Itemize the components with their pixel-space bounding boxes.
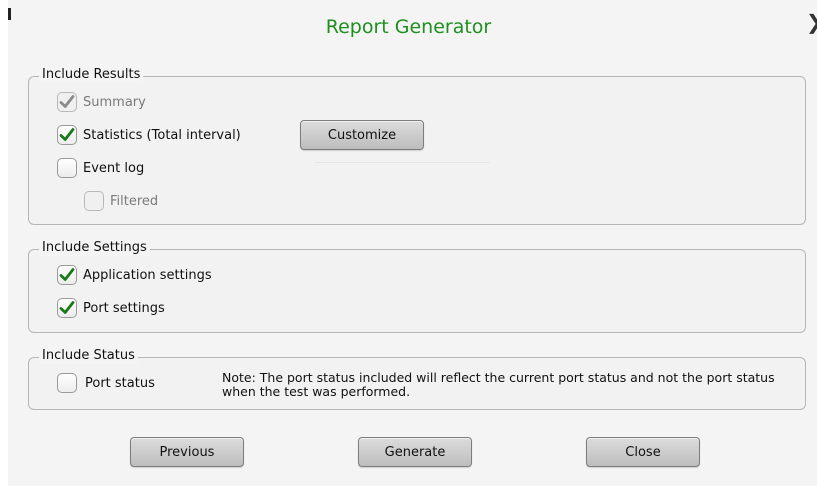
close-button[interactable]: Close bbox=[586, 437, 700, 467]
event-log-checkbox[interactable] bbox=[57, 158, 77, 178]
application-settings-option[interactable]: Application settings bbox=[57, 265, 212, 285]
filtered-label: Filtered bbox=[110, 193, 159, 209]
checkmark-icon bbox=[59, 128, 75, 141]
customize-button[interactable]: Customize bbox=[300, 120, 424, 150]
divider bbox=[315, 162, 490, 163]
port-status-label[interactable]: Port status bbox=[85, 376, 155, 391]
application-settings-label[interactable]: Application settings bbox=[83, 268, 212, 283]
port-status-option[interactable]: Port status bbox=[57, 373, 155, 393]
include-results-legend: Include Results bbox=[39, 67, 144, 83]
checkmark-icon bbox=[59, 268, 75, 281]
include-status-legend: Include Status bbox=[39, 348, 138, 364]
previous-button[interactable]: Previous bbox=[130, 437, 244, 467]
generate-button[interactable]: Generate bbox=[358, 437, 472, 467]
include-settings-legend: Include Settings bbox=[39, 240, 150, 256]
port-settings-label[interactable]: Port settings bbox=[83, 301, 165, 316]
event-log-option[interactable]: Event log bbox=[57, 158, 144, 178]
port-status-note: Note: The port status included will refl… bbox=[222, 370, 775, 399]
checkmark-icon bbox=[59, 301, 75, 314]
include-settings-group: Include Settings bbox=[28, 240, 806, 333]
summary-label: Summary bbox=[83, 94, 146, 110]
close-x-icon[interactable]: ❯ bbox=[806, 10, 817, 34]
port-settings-option[interactable]: Port settings bbox=[57, 298, 165, 318]
summary-option: Summary bbox=[57, 92, 146, 112]
statistics-label[interactable]: Statistics (Total interval) bbox=[83, 128, 241, 143]
checkmark-icon bbox=[59, 95, 75, 108]
filtered-option: Filtered bbox=[84, 191, 158, 211]
statistics-checkbox[interactable] bbox=[57, 125, 77, 145]
port-status-checkbox[interactable] bbox=[57, 373, 77, 393]
application-settings-checkbox[interactable] bbox=[57, 265, 77, 285]
event-log-label[interactable]: Event log bbox=[83, 161, 144, 176]
filtered-checkbox bbox=[84, 191, 104, 211]
port-settings-checkbox[interactable] bbox=[57, 298, 77, 318]
summary-checkbox bbox=[57, 92, 77, 112]
dialog-title: Report Generator bbox=[325, 16, 492, 38]
statistics-option[interactable]: Statistics (Total interval) bbox=[57, 125, 241, 145]
